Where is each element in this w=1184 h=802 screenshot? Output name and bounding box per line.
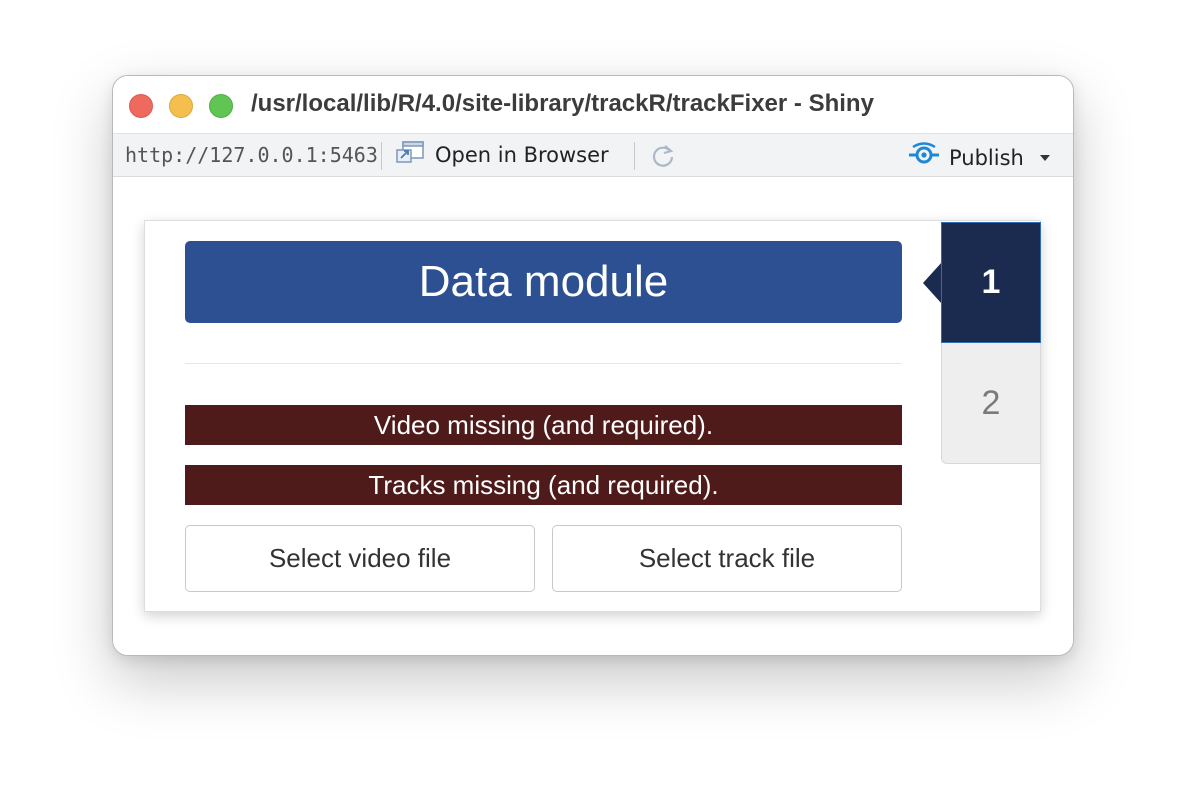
viewer-toolbar: http://127.0.0.1:5463 Open in Browser Pu… <box>113 133 1073 177</box>
app-window: /usr/local/lib/R/4.0/site-library/trackR… <box>112 75 1074 656</box>
open-in-browser-label: Open in Browser <box>435 143 609 167</box>
publish-label: Publish <box>949 145 1024 170</box>
maximize-window-button[interactable] <box>209 94 233 118</box>
step-tab-2[interactable]: 2 <box>941 343 1041 464</box>
select-track-file-button[interactable]: Select track file <box>552 525 902 592</box>
publish-icon <box>907 142 941 173</box>
open-in-browser-button[interactable]: Open in Browser <box>395 140 609 170</box>
data-module-panel: Data module Video missing (and required)… <box>144 220 1041 612</box>
minimize-window-button[interactable] <box>169 94 193 118</box>
divider <box>185 363 902 364</box>
title-bar: /usr/local/lib/R/4.0/site-library/trackR… <box>113 76 1073 133</box>
open-browser-icon <box>395 140 425 171</box>
close-window-button[interactable] <box>129 94 153 118</box>
url-display: http://127.0.0.1:5463 <box>125 143 378 167</box>
refresh-button[interactable] <box>649 142 677 170</box>
active-step-pointer <box>923 262 942 304</box>
step-tab-1[interactable]: 1 <box>941 222 1041 343</box>
caret-down-icon[interactable] <box>1039 154 1050 161</box>
app-content: Data module Video missing (and required)… <box>113 177 1073 655</box>
window-title: /usr/local/lib/R/4.0/site-library/trackR… <box>251 90 874 117</box>
refresh-icon <box>649 145 677 174</box>
module-title: Data module <box>185 241 902 323</box>
video-missing-alert: Video missing (and required). <box>185 405 902 445</box>
tracks-missing-alert: Tracks missing (and required). <box>185 465 902 505</box>
toolbar-divider <box>381 142 382 170</box>
select-video-file-button[interactable]: Select video file <box>185 525 535 592</box>
publish-button[interactable]: Publish <box>907 142 1050 173</box>
toolbar-divider <box>634 142 635 170</box>
